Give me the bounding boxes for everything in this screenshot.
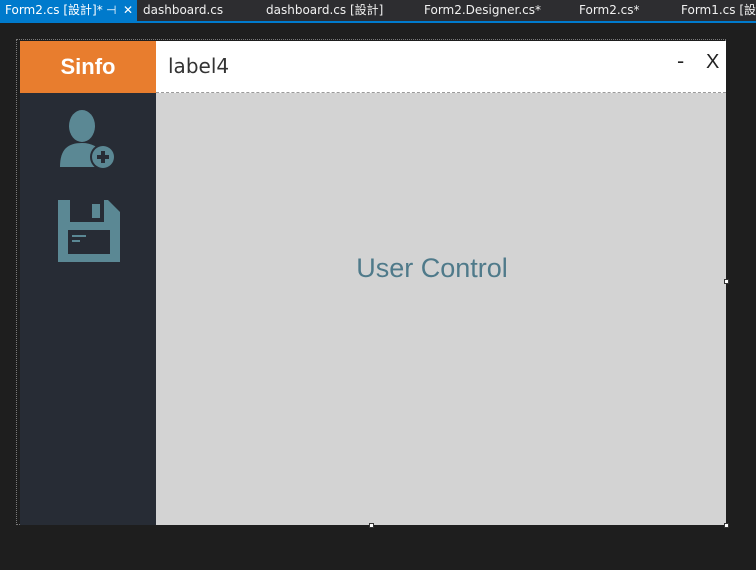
resize-handle-bottom[interactable]	[369, 523, 374, 528]
logo-label: Sinfo	[20, 41, 156, 93]
tab-dashboard-design[interactable]: dashboard.cs [設計]	[266, 0, 383, 21]
pin-icon[interactable]: ⊣	[106, 0, 116, 21]
close-button[interactable]: X	[706, 51, 722, 73]
resize-handle-right[interactable]	[724, 279, 729, 284]
add-user-icon[interactable]	[58, 105, 120, 173]
save-icon[interactable]	[56, 198, 122, 264]
document-tab-strip: Form2.cs [設計]* ⊣ ✕ dashboard.cs dashboar…	[0, 0, 756, 23]
tab-label: Form2.cs [設計]*	[5, 3, 103, 17]
designer-surface: Sinfo label4 - X User Control	[0, 23, 756, 570]
tab-dashboard-cs[interactable]: dashboard.cs	[143, 0, 223, 21]
header-title-label: label4	[168, 54, 230, 78]
close-tab-icon[interactable]: ✕	[123, 0, 133, 21]
user-control-panel: User Control	[156, 93, 726, 525]
tab-label: dashboard.cs [設計]	[266, 3, 384, 17]
header-panel: label4 - X	[156, 41, 726, 93]
tab-label: Form1.cs [設計	[681, 3, 756, 17]
tab-form2-designer-cs[interactable]: Form2.Designer.cs*	[424, 0, 541, 21]
tab-label: dashboard.cs	[143, 3, 224, 17]
tab-label: Form2.cs*	[579, 3, 640, 17]
tab-form2-cs[interactable]: Form2.cs*	[579, 0, 640, 21]
tab-label: Form2.Designer.cs*	[424, 3, 541, 17]
tab-form2-design[interactable]: Form2.cs [設計]* ⊣ ✕	[0, 0, 137, 21]
resize-handle-corner[interactable]	[724, 523, 729, 528]
minimize-button[interactable]: -	[677, 51, 691, 71]
tab-form1-design[interactable]: Form1.cs [設計	[681, 0, 756, 21]
user-control-label: User Control	[356, 253, 508, 283]
